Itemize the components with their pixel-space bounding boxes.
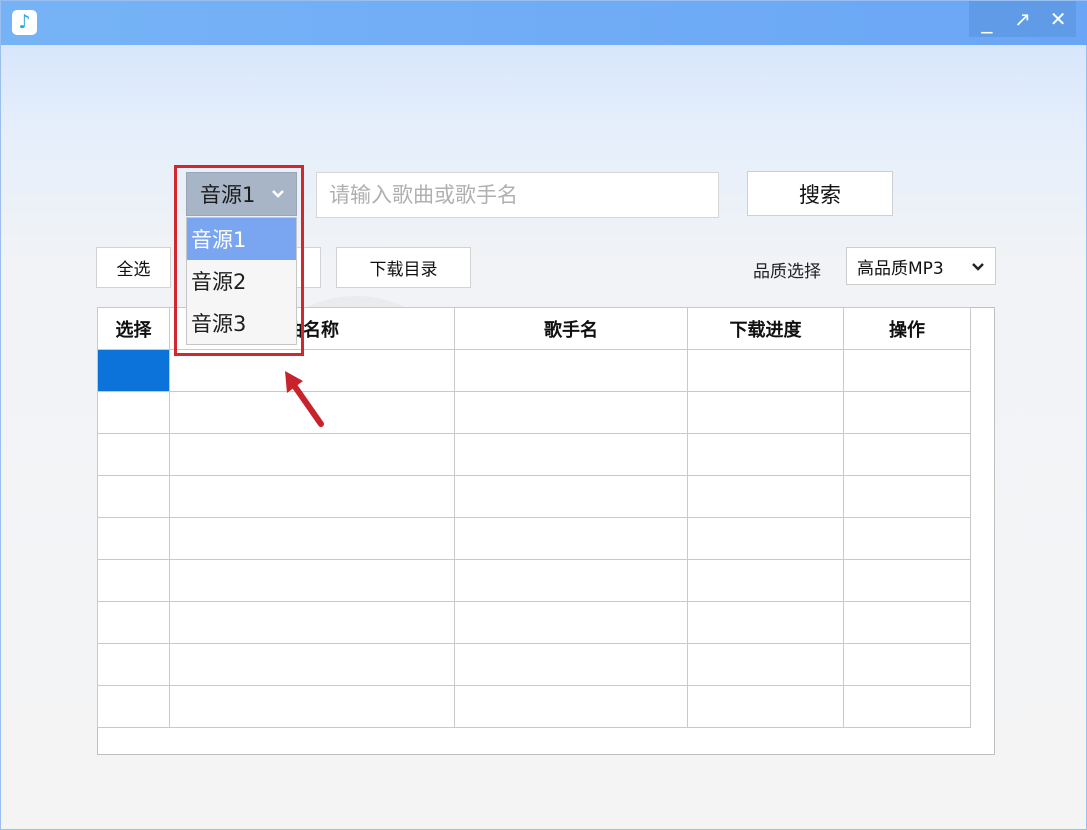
action-cell[interactable] xyxy=(843,643,971,686)
select-cell[interactable] xyxy=(97,685,170,728)
quality-select-value: 高品质MP3 xyxy=(857,258,944,279)
progress-cell xyxy=(687,685,844,728)
window-controls: _ ↗ ✕ xyxy=(969,1,1076,37)
artist-cell xyxy=(454,475,688,518)
table-row[interactable] xyxy=(97,433,971,476)
quality-label: 品质选择 xyxy=(753,262,821,282)
table-row[interactable] xyxy=(97,601,971,644)
select-cell[interactable] xyxy=(97,391,170,434)
table-row[interactable] xyxy=(97,391,971,434)
progress-cell xyxy=(687,475,844,518)
action-cell[interactable] xyxy=(843,349,971,392)
song-cell xyxy=(169,643,455,686)
progress-cell xyxy=(687,391,844,434)
source-option-3[interactable]: 音源3 xyxy=(187,302,296,344)
column-header-action[interactable]: 操作 xyxy=(843,307,971,350)
song-cell xyxy=(169,517,455,560)
action-cell[interactable] xyxy=(843,475,971,518)
red-arrow-icon xyxy=(285,371,324,427)
table-row[interactable] xyxy=(97,685,971,728)
column-header-artist[interactable]: 歌手名 xyxy=(454,307,688,350)
select-cell[interactable] xyxy=(97,475,170,518)
table-row[interactable] xyxy=(97,475,971,518)
progress-cell xyxy=(687,601,844,644)
app-window: ♪ _ ↗ ✕ www.i3zh.com 老K资源网 bbs.laokbk.cn… xyxy=(0,0,1087,830)
source-option-1[interactable]: 音源1 xyxy=(187,218,296,260)
song-cell xyxy=(169,601,455,644)
search-input[interactable] xyxy=(316,172,719,218)
table-row[interactable] xyxy=(97,643,971,686)
progress-cell xyxy=(687,433,844,476)
artist-cell xyxy=(454,685,688,728)
source-select[interactable]: 音源1 xyxy=(186,172,297,216)
artist-cell xyxy=(454,517,688,560)
artist-cell xyxy=(454,433,688,476)
minimize-icon[interactable]: _ xyxy=(973,11,1001,33)
progress-cell xyxy=(687,349,844,392)
source-select-value: 音源1 xyxy=(200,183,256,207)
search-button[interactable]: 搜索 xyxy=(747,171,893,216)
close-icon[interactable]: ✕ xyxy=(1044,9,1072,29)
quality-select[interactable]: 高品质MP3 xyxy=(846,247,996,285)
action-cell[interactable] xyxy=(843,601,971,644)
table-row[interactable] xyxy=(97,517,971,560)
chevron-down-icon xyxy=(272,190,284,198)
progress-cell xyxy=(687,559,844,602)
action-cell[interactable] xyxy=(843,517,971,560)
column-header-progress[interactable]: 下载进度 xyxy=(687,307,844,350)
action-cell[interactable] xyxy=(843,391,971,434)
download-directory-button[interactable]: 下载目录 xyxy=(336,247,471,288)
title-bar[interactable]: ♪ _ ↗ ✕ xyxy=(1,1,1087,45)
artist-cell xyxy=(454,349,688,392)
music-note-icon: ♪ xyxy=(12,10,37,35)
select-all-button[interactable]: 全选 xyxy=(96,247,171,288)
song-cell xyxy=(169,433,455,476)
select-cell[interactable] xyxy=(97,433,170,476)
table-row[interactable] xyxy=(97,559,971,602)
artist-cell xyxy=(454,559,688,602)
select-cell[interactable] xyxy=(97,601,170,644)
select-cell[interactable] xyxy=(97,349,170,392)
results-table: 选择 曲名称 歌手名 下载进度 操作 xyxy=(97,307,971,728)
song-cell xyxy=(169,685,455,728)
select-cell[interactable] xyxy=(97,517,170,560)
artist-cell xyxy=(454,643,688,686)
select-cell[interactable] xyxy=(97,559,170,602)
maximize-icon[interactable]: ↗ xyxy=(1008,9,1036,29)
source-dropdown-list: 音源1 音源2 音源3 xyxy=(186,217,297,345)
progress-cell xyxy=(687,643,844,686)
action-cell[interactable] xyxy=(843,559,971,602)
song-cell xyxy=(169,559,455,602)
select-cell[interactable] xyxy=(97,643,170,686)
column-header-select[interactable]: 选择 xyxy=(97,307,170,350)
artist-cell xyxy=(454,391,688,434)
action-cell[interactable] xyxy=(843,685,971,728)
source-option-2[interactable]: 音源2 xyxy=(187,260,296,302)
artist-cell xyxy=(454,601,688,644)
progress-cell xyxy=(687,517,844,560)
chevron-down-icon xyxy=(972,263,984,271)
song-cell xyxy=(169,475,455,518)
action-cell[interactable] xyxy=(843,433,971,476)
